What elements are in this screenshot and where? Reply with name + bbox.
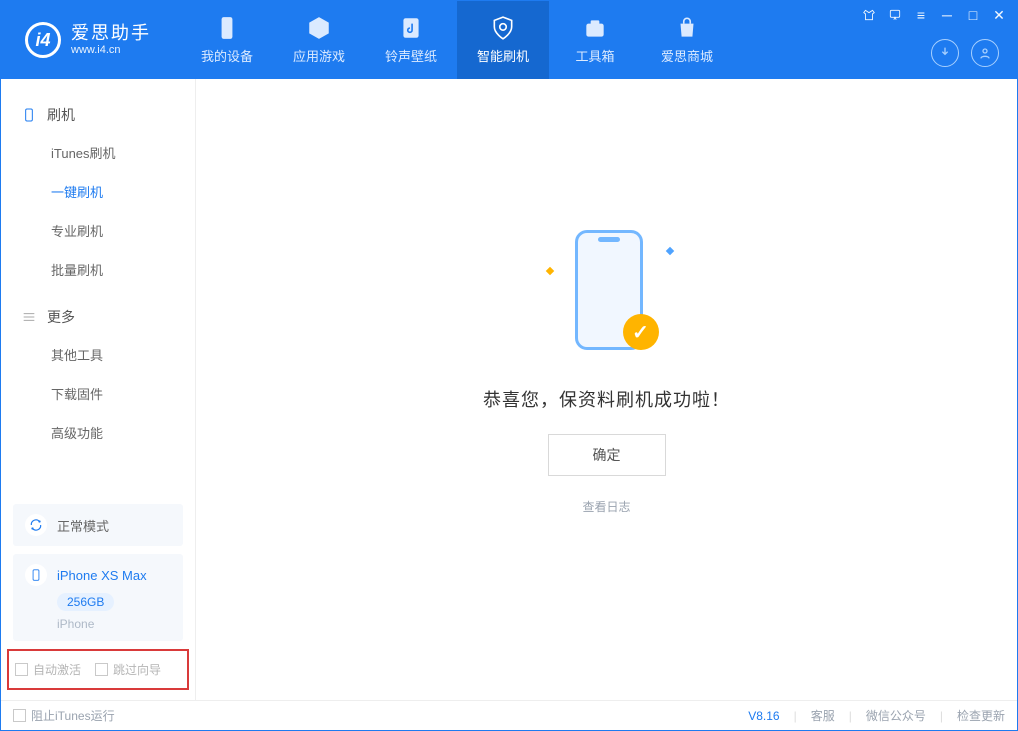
version-label: V8.16 <box>748 709 779 723</box>
brand-subtitle: www.i4.cn <box>71 44 151 57</box>
check-update-link[interactable]: 检查更新 <box>957 707 1005 724</box>
nav-label: 智能刷机 <box>477 46 529 65</box>
divider: | <box>849 709 852 723</box>
brand-logo-icon: i4 <box>25 22 61 58</box>
sync-icon <box>25 514 47 536</box>
shield-icon <box>490 15 516 41</box>
footer-right: V8.16 | 客服 | 微信公众号 | 检查更新 <box>748 707 1005 724</box>
success-illustration: ✓ <box>537 224 677 364</box>
sidebar-item-pro-flash[interactable]: 专业刷机 <box>1 211 195 250</box>
divider: | <box>794 709 797 723</box>
sidebar-item-oneclick-flash[interactable]: 一键刷机 <box>1 172 195 211</box>
shirt-icon[interactable] <box>861 7 877 23</box>
storage-badge: 256GB <box>57 593 114 611</box>
nav-label: 工具箱 <box>575 46 614 65</box>
skip-guide-checkbox[interactable]: 跳过向导 <box>95 661 161 678</box>
sidebar-category-label: 刷机 <box>47 105 75 125</box>
sidebar-item-download-firmware[interactable]: 下载固件 <box>1 374 195 413</box>
check-badge-icon: ✓ <box>623 314 659 350</box>
block-itunes-checkbox[interactable]: 阻止iTunes运行 <box>13 707 115 724</box>
auto-activate-checkbox[interactable]: 自动激活 <box>15 661 81 678</box>
checkbox-icon <box>95 663 108 676</box>
sidebar-item-batch-flash[interactable]: 批量刷机 <box>1 250 195 289</box>
spark-icon <box>665 247 673 255</box>
checkbox-label: 自动激活 <box>33 661 81 678</box>
user-button[interactable] <box>971 39 999 67</box>
checkbox-label: 阻止iTunes运行 <box>31 707 115 724</box>
header-actions <box>931 39 999 67</box>
nav-my-device[interactable]: 我的设备 <box>181 1 273 79</box>
brand: i4 爱思助手 www.i4.cn <box>1 1 181 79</box>
cube-icon <box>306 15 332 41</box>
customer-service-link[interactable]: 客服 <box>811 707 835 724</box>
main-content: ✓ 恭喜您，保资料刷机成功啦！ 确定 查看日志 <box>196 79 1017 700</box>
sidebar-category-flash: 刷机 <box>1 97 195 133</box>
nav-label: 我的设备 <box>201 46 253 65</box>
nav-label: 爱思商城 <box>661 46 713 65</box>
sidebar-category-label: 更多 <box>47 307 75 327</box>
app-window: i4 爱思助手 www.i4.cn 我的设备 应用游戏 铃声壁纸 智能刷机 <box>0 0 1018 731</box>
close-button[interactable]: ✕ <box>991 7 1007 23</box>
success-message: 恭喜您，保资料刷机成功啦！ <box>483 386 730 412</box>
sidebar-bottom: 正常模式 iPhone XS Max 256GB iPhone 自动激活 跳过向… <box>1 496 195 700</box>
list-icon <box>21 309 37 325</box>
device-model: iPhone <box>57 617 94 631</box>
phone-icon <box>214 15 240 41</box>
download-button[interactable] <box>931 39 959 67</box>
sidebar: 刷机 iTunes刷机 一键刷机 专业刷机 批量刷机 更多 其他工具 下载固件 … <box>1 79 196 700</box>
device-info-card[interactable]: iPhone XS Max 256GB iPhone <box>13 554 183 641</box>
footer: 阻止iTunes运行 V8.16 | 客服 | 微信公众号 | 检查更新 <box>1 700 1017 730</box>
phone-small-icon <box>25 564 47 586</box>
menu-icon[interactable]: ≡ <box>913 7 929 23</box>
confirm-button[interactable]: 确定 <box>548 434 666 476</box>
nav-toolbox[interactable]: 工具箱 <box>549 1 641 79</box>
nav-apps[interactable]: 应用游戏 <box>273 1 365 79</box>
wechat-link[interactable]: 微信公众号 <box>866 707 926 724</box>
header: i4 爱思助手 www.i4.cn 我的设备 应用游戏 铃声壁纸 智能刷机 <box>1 1 1017 79</box>
device-icon <box>21 107 37 123</box>
device-mode-label: 正常模式 <box>57 516 109 535</box>
divider: | <box>940 709 943 723</box>
spark-icon <box>545 267 553 275</box>
maximize-button[interactable]: □ <box>965 7 981 23</box>
checkbox-label: 跳过向导 <box>113 661 161 678</box>
sidebar-list-more: 其他工具 下载固件 高级功能 <box>1 335 195 452</box>
device-name: iPhone XS Max <box>57 568 147 583</box>
view-log-link[interactable]: 查看日志 <box>582 498 630 515</box>
minimize-button[interactable]: ─ <box>939 7 955 23</box>
highlighted-options: 自动激活 跳过向导 <box>7 649 189 690</box>
nav-label: 铃声壁纸 <box>385 46 437 65</box>
sidebar-item-advanced[interactable]: 高级功能 <box>1 413 195 452</box>
nav-ringtone[interactable]: 铃声壁纸 <box>365 1 457 79</box>
sidebar-list-flash: iTunes刷机 一键刷机 专业刷机 批量刷机 <box>1 133 195 289</box>
music-icon <box>398 15 424 41</box>
sidebar-category-more: 更多 <box>1 299 195 335</box>
sidebar-item-itunes-flash[interactable]: iTunes刷机 <box>1 133 195 172</box>
toolbox-icon <box>582 15 608 41</box>
device-mode-card[interactable]: 正常模式 <box>13 504 183 546</box>
checkbox-icon <box>13 709 26 722</box>
nav-flash[interactable]: 智能刷机 <box>457 1 549 79</box>
window-controls: ≡ ─ □ ✕ <box>861 7 1007 23</box>
sidebar-item-other-tools[interactable]: 其他工具 <box>1 335 195 374</box>
bag-icon <box>674 15 700 41</box>
feedback-icon[interactable] <box>887 7 903 23</box>
brand-text: 爱思助手 www.i4.cn <box>71 23 151 58</box>
app-body: 刷机 iTunes刷机 一键刷机 专业刷机 批量刷机 更多 其他工具 下载固件 … <box>1 79 1017 700</box>
nav-label: 应用游戏 <box>293 46 345 65</box>
brand-title: 爱思助手 <box>71 23 151 45</box>
nav-store[interactable]: 爱思商城 <box>641 1 733 79</box>
checkbox-icon <box>15 663 28 676</box>
